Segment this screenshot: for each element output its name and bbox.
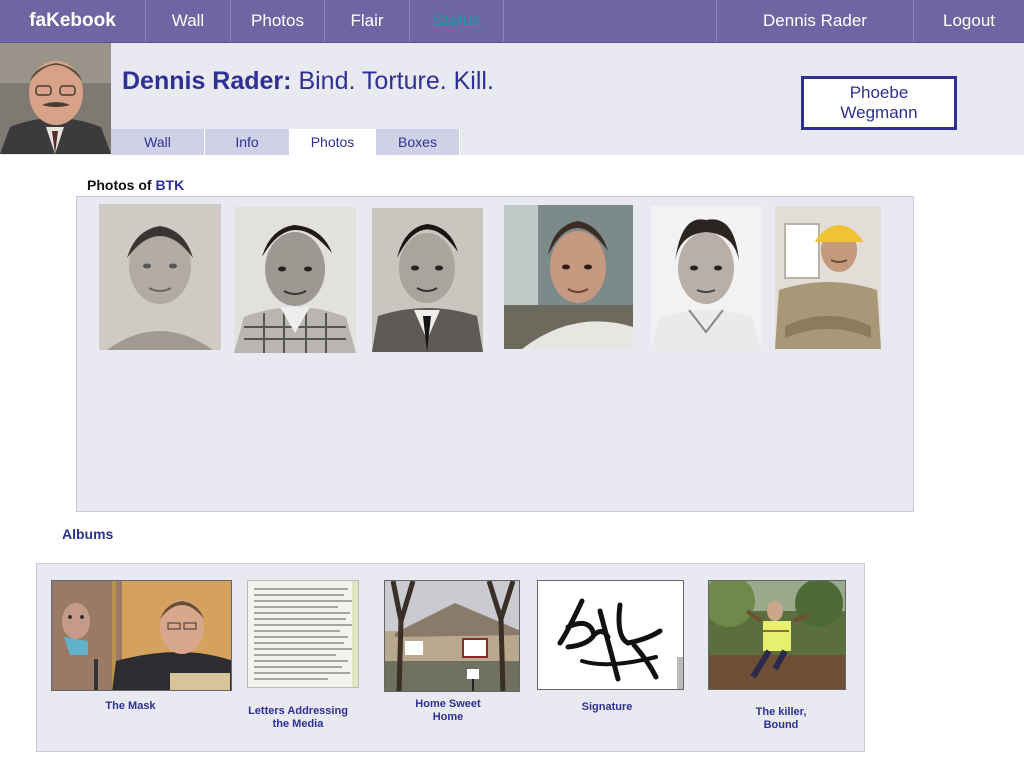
- friend-name-box[interactable]: Phoebe Wegmann: [801, 76, 957, 130]
- photo-thumbnail[interactable]: [775, 206, 881, 349]
- album-thumbnail-killer-bound[interactable]: [708, 580, 846, 690]
- nav-user-profile-link[interactable]: Dennis Rader: [716, 0, 914, 42]
- mask-album-image: [52, 581, 231, 690]
- photo-thumbnail[interactable]: [504, 205, 633, 349]
- album-caption-mask[interactable]: The Mask: [51, 700, 210, 713]
- home-album-image: [385, 581, 519, 691]
- album-caption-signature[interactable]: Signature: [557, 701, 657, 714]
- photos-section-heading: Photos of BTK: [87, 177, 184, 193]
- tab-wall[interactable]: Wall: [111, 129, 205, 155]
- albums-section-heading: Albums: [62, 526, 114, 542]
- album-caption-killer-bound[interactable]: The killer, Bound: [727, 706, 835, 732]
- logout-link[interactable]: Logout: [914, 0, 1024, 42]
- album-thumbnail-mask[interactable]: [51, 580, 232, 691]
- profile-motto: Bind. Torture. Kill.: [298, 67, 494, 95]
- yearbook-portrait-image: [372, 208, 483, 352]
- profile-title: Dennis Rader: Bind. Torture. Kill.: [122, 67, 494, 96]
- killer-bound-album-image: [709, 581, 845, 689]
- photos-owner-link[interactable]: BTK: [155, 177, 184, 193]
- album-caption-home[interactable]: Home Sweet Home: [398, 698, 498, 724]
- photo-thumbnail[interactable]: [651, 206, 761, 350]
- photos-panel: [76, 196, 914, 512]
- photo-thumbnail[interactable]: [99, 204, 221, 350]
- album-thumbnail-letters[interactable]: [247, 580, 359, 688]
- albums-panel: The Mask Letters Addressing the Media Ho…: [36, 563, 865, 752]
- photo-thumbnail[interactable]: [372, 208, 483, 352]
- profile-avatar[interactable]: [0, 43, 111, 154]
- photos-heading-prefix: Photos of: [87, 177, 152, 193]
- letters-album-image: [248, 581, 358, 687]
- yearbook-portrait-image: [99, 204, 221, 350]
- fakebook-logo-link[interactable]: faKebook: [0, 0, 146, 42]
- album-caption-letters[interactable]: Letters Addressing the Media: [239, 705, 357, 731]
- color-portrait-image: [504, 205, 633, 349]
- profile-header: Dennis Rader: Bind. Torture. Kill. Phoeb…: [0, 43, 1024, 155]
- avatar-portrait-image: [0, 43, 111, 154]
- tab-boxes[interactable]: Boxes: [376, 129, 460, 155]
- nav-wall[interactable]: Wall: [146, 0, 231, 42]
- nav-flair[interactable]: Flair: [325, 0, 410, 42]
- album-thumbnail-signature[interactable]: [537, 580, 684, 690]
- album-thumbnail-home[interactable]: [384, 580, 520, 692]
- nav-photos[interactable]: Photos: [231, 0, 325, 42]
- tab-photos[interactable]: Photos: [290, 129, 376, 155]
- nav-status[interactable]: Status: [410, 0, 504, 42]
- top-navigation-bar: faKebook Wall Photos Flair Status Dennis…: [0, 0, 1024, 43]
- profile-name: Dennis Rader:: [122, 67, 292, 95]
- photo-thumbnail[interactable]: [234, 207, 356, 353]
- tab-info[interactable]: Info: [205, 129, 290, 155]
- uniform-portrait-image: [775, 206, 881, 349]
- portrait-image: [651, 206, 761, 350]
- yearbook-portrait-image: [234, 207, 356, 353]
- btk-signature-image: [538, 581, 683, 689]
